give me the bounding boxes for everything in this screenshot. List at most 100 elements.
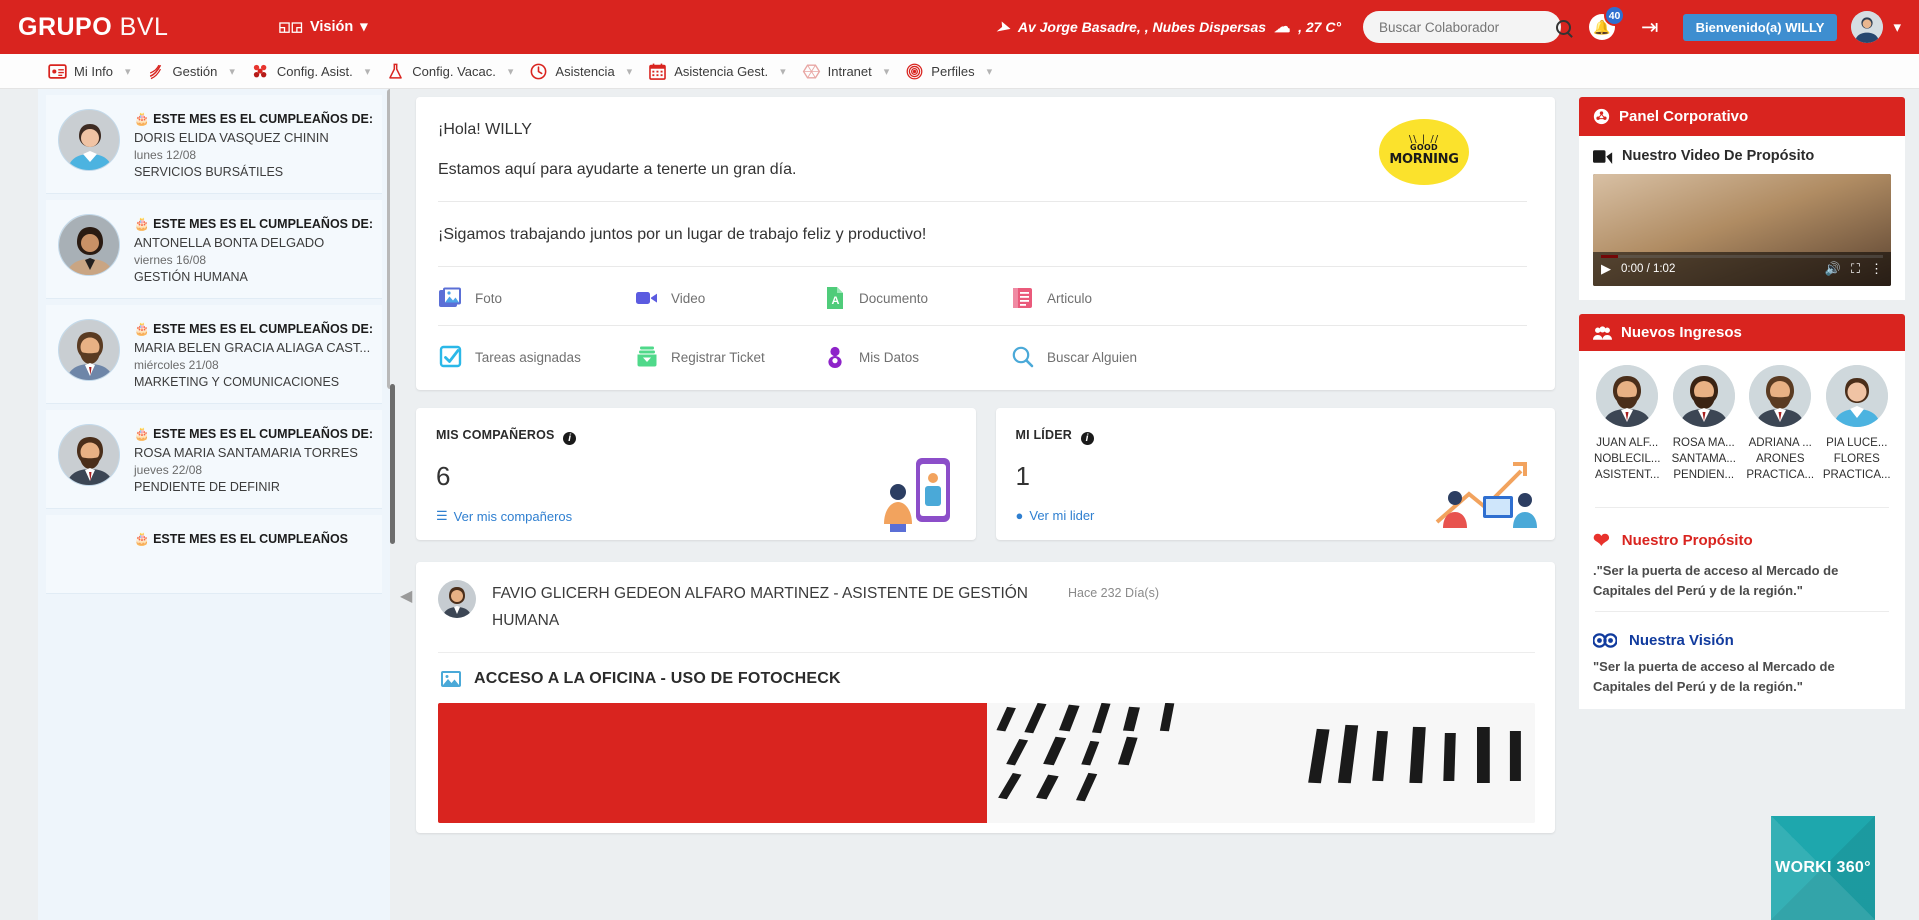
birthday-headline: 🎂 ESTE MES ES EL CUMPLEAÑOS DE: [134,321,374,337]
stat-link-label: Ver mi lider [1029,508,1095,523]
post-header: FAVIO GLICERH GEDEON ALFARO MARTINEZ - A… [438,580,1535,634]
stat-card-mis-companeros: MIS COMPAÑEROS i 6 ☰ Ver mis compañeros [416,408,976,540]
nav-item-mi-info[interactable]: Mi Info [38,54,123,88]
purpose-title-text: Nuestro Propósito [1621,532,1753,549]
growth-illustration [1435,462,1537,528]
action-documento[interactable]: A Documento [822,285,1010,311]
birthdays-sidebar[interactable]: 🎂 ESTE MES ES EL CUMPLEAÑOS DE: DORIS EL… [38,89,390,920]
nav-item-gestion[interactable]: Gestión [137,54,228,88]
nav-item-config-asist[interactable]: Config. Asist. [241,54,363,88]
action-video[interactable]: Video [634,285,822,311]
fullscreen-icon[interactable]: ⛶ [1851,261,1860,277]
vision-dropdown[interactable]: ◱◲ Visión ▾ [278,19,367,35]
chevron-down-icon[interactable]: ▾ [627,65,633,78]
action-mis-datos[interactable]: Mis Datos [822,344,1010,370]
birthday-card[interactable]: 🎂 ESTE MES ES EL CUMPLEAÑOS DE: DORIS EL… [46,95,382,194]
vision-title-text: Nuestra Visión [1629,632,1734,649]
action-registrar-ticket[interactable]: Registrar Ticket [634,344,822,370]
chevron-down-icon[interactable]: ▾ [508,65,514,78]
nav-label: Gestión [172,63,218,79]
new-entry-line1: ROSA MA... [1672,437,1735,449]
stat-title-text: MI LÍDER [1015,428,1072,442]
nuevos-ingresos-title: Nuevos Ingresos [1621,324,1742,341]
stats-row: MIS COMPAÑEROS i 6 ☰ Ver mis compañeros [416,408,1555,540]
welcome-user-button[interactable]: Bienvenido(a) WILLY [1682,13,1838,41]
action-tareas-asignadas[interactable]: Tareas asignadas [438,344,634,370]
birthday-card[interactable]: 🎂 ESTE MES ES EL CUMPLEAÑOS DE: ANTONELL… [46,200,382,299]
nav-item-config-vacac[interactable]: Config. Vacac. [376,54,506,88]
clock-icon [531,63,547,79]
good-morning-badge: \\ | // GOOD MORNING [1379,119,1469,185]
nav-label: Perfiles [931,63,975,79]
nav-item-perfiles[interactable]: Perfiles [895,54,984,88]
cloud-icon: ☁ [1274,19,1291,36]
worki-label: WORKI 360° [1775,859,1871,876]
chevron-down-icon[interactable]: ▾ [229,65,235,78]
content-scrollbar[interactable] [390,384,395,544]
info-icon[interactable]: i [1080,432,1094,445]
action-label: Foto [475,290,503,306]
new-entry-item[interactable]: ROSA MA... SANTAMA... PENDIEN... [1668,365,1740,483]
more-options-icon[interactable]: ⋮ [1870,261,1883,277]
vision-text: "Ser la puerta de acceso al Mercado de C… [1593,659,1835,694]
avatar [438,580,476,618]
motivation-text: ¡Sigamos trabajando juntos por un lugar … [438,226,927,243]
new-entry-item[interactable]: ADRIANA ... ARONES PRACTICA... [1744,365,1816,483]
video-time-label: 0:00 / 1:02 [1621,263,1676,275]
brand-light-text: BVL [119,12,169,41]
nav-label: Config. Asist. [276,63,353,79]
greeting-card: ¡Hola! WILLY Estamos aquí para ayudarte … [416,97,1555,390]
action-articulo[interactable]: Articulo [1010,285,1092,311]
config-asist-icon [253,64,267,77]
action-label: Video [671,290,706,306]
nav-item-asistencia[interactable]: Asistencia [519,54,624,88]
video-section: Nuestro Video De Propósito ▶ 0:00 / 1:02… [1579,136,1905,300]
volume-icon[interactable]: 🔊 [1825,261,1841,277]
action-buscar-alguien[interactable]: Buscar Alguien [1010,344,1137,370]
action-foto[interactable]: Foto [438,285,634,311]
stat-title-text: MIS COMPAÑEROS [436,428,555,442]
search-icon[interactable] [1556,19,1572,35]
video-player[interactable]: ▶ 0:00 / 1:02 🔊 ⛶ ⋮ [1593,174,1891,286]
chevron-down-icon[interactable]: ▾ [780,65,786,78]
nav-item-intranet[interactable]: Intranet [792,54,882,88]
chevron-down-icon[interactable]: ▾ [365,65,371,78]
video-section-title: Nuestro Video De Propósito [1593,148,1891,164]
page-body: 🎂 ESTE MES ES EL CUMPLEAÑOS DE: DORIS EL… [0,89,1919,920]
corporate-icon [1593,108,1610,125]
main-navigation-bar: Mi Info ▾ Gestión ▾ Config. Asist. ▾ Con… [0,54,1919,89]
info-icon[interactable]: i [563,432,577,445]
search-box[interactable] [1363,11,1572,43]
post-subject-text: ACCESO A LA OFICINA - USO DE FOTOCHECK [474,670,841,687]
action-label: Mis Datos [859,349,920,365]
post-author[interactable]: FAVIO GLICERH GEDEON ALFARO MARTINEZ - A… [492,580,1052,634]
birthday-person-name: MARIA BELEN GRACIA ALIAGA CAST... [134,340,371,355]
binoculars-icon [1593,633,1617,648]
chevron-down-icon[interactable]: ▾ [987,65,993,78]
logout-icon[interactable]: ⇥ [1641,15,1659,40]
new-entry-item[interactable]: JUAN ALF... NOBLECIL... ASISTENT... [1591,365,1663,483]
chevron-down-icon[interactable]: ▾ [884,65,890,78]
chevron-down-icon[interactable]: ▾ [125,65,131,78]
good-morning-big-text: MORNING [1389,152,1459,167]
nav-item-asistencia-gest[interactable]: Asistencia Gest. [638,54,778,88]
birthday-headline: 🎂 ESTE MES ES EL CUMPLEAÑOS DE: [134,216,374,232]
brand-logo[interactable]: GRUPO BVL [18,13,168,42]
birthday-card[interactable]: 🎂 ESTE MES ES EL CUMPLEAÑOS DE: ROSA MAR… [46,410,382,509]
play-button-icon[interactable]: ▶ [1601,261,1611,277]
notifications-button[interactable]: 🔔 40 [1589,5,1626,40]
collapse-post-arrow-icon[interactable]: ◀ [400,586,412,606]
search-person-icon [1012,346,1034,368]
birthday-card[interactable]: 🎂 ESTE MES ES EL CUMPLEAÑOS DE: MARIA BE… [46,305,382,404]
weather-temp-text: , 27 C° [1298,19,1342,35]
birthday-card[interactable]: 🎂 ESTE MES ES EL CUMPLEAÑOS [46,515,382,594]
user-menu-chevron-icon[interactable]: ▾ [1893,18,1901,36]
avatar[interactable] [1851,11,1884,43]
new-entry-item[interactable]: PIA LUCE... FLORES PRACTICA... [1821,365,1893,483]
stat-link-label: Ver mis compañeros [453,508,573,524]
avatar [1825,365,1888,427]
hexagon-icon [802,63,820,79]
worki-360-badge[interactable]: WORKI 360° [1771,816,1875,920]
search-input[interactable] [1379,19,1557,35]
birthday-area: GESTIÓN HUMANA [134,270,248,284]
